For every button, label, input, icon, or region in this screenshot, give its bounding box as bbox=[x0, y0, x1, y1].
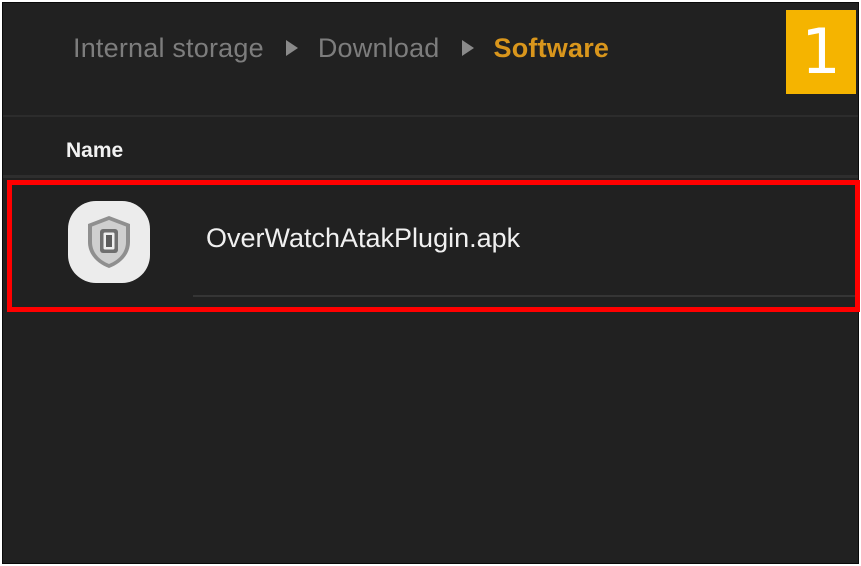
breadcrumb-download[interactable]: Download bbox=[318, 33, 440, 64]
file-manager-window: Internal storage Download Software 1 Nam… bbox=[2, 2, 859, 564]
header-divider bbox=[3, 115, 858, 117]
list-divider bbox=[3, 175, 858, 178]
breadcrumb: Internal storage Download Software bbox=[3, 3, 858, 107]
breadcrumb-software[interactable]: Software bbox=[494, 33, 610, 64]
breadcrumb-separator-icon bbox=[461, 40, 474, 56]
name-column-header[interactable]: Name bbox=[66, 139, 123, 163]
breadcrumb-internal-storage[interactable]: Internal storage bbox=[73, 33, 264, 64]
row-divider bbox=[193, 295, 858, 297]
step-number-badge: 1 bbox=[786, 10, 856, 94]
file-name-label: OverWatchAtakPlugin.apk bbox=[206, 223, 521, 253]
shield-icon bbox=[88, 216, 130, 268]
shield-app-icon bbox=[68, 201, 150, 283]
file-row-overwatch-apk[interactable]: OverWatchAtakPlugin.apk bbox=[3, 179, 858, 311]
breadcrumb-separator-icon bbox=[285, 40, 298, 56]
